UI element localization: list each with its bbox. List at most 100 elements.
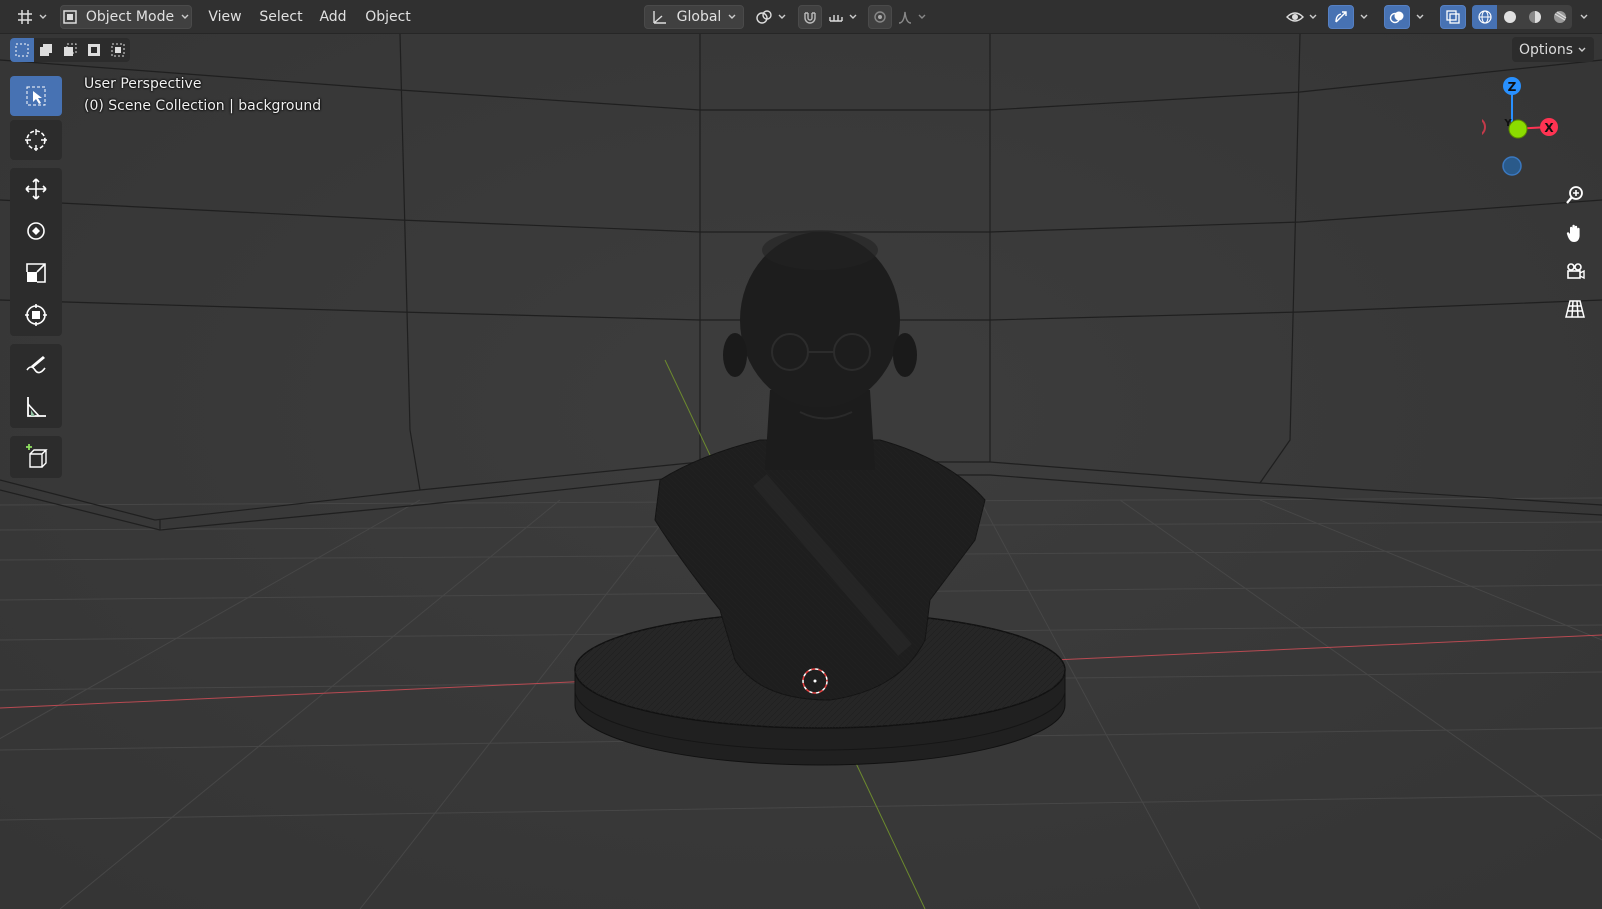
collection-label: (0) Scene Collection | background [84,98,322,114]
shading-mode-group [1472,5,1572,29]
proportional-editing-toggle[interactable] [868,5,892,29]
options-label: Options [1518,41,1574,58]
proportional-editing-icon [874,11,886,23]
tool-rotate[interactable] [10,210,62,252]
tool-annotate[interactable] [10,344,62,386]
shading-solid-button[interactable] [1497,5,1522,29]
tool-move[interactable] [10,168,62,210]
add-cube-icon [26,444,48,468]
snap-target-dropdown[interactable] [824,5,862,29]
menu-add[interactable]: Add [316,5,350,29]
shading-dropdown[interactable] [1576,5,1592,29]
x-axis-handle[interactable]: X [1540,118,1558,136]
wireframe-sphere-icon [1477,10,1492,24]
tool-transform[interactable] [10,294,62,336]
orientation-label: Global [676,9,722,25]
mode-label: Object Mode [85,9,175,25]
svg-text:X: X [1544,121,1554,135]
select-subtract-button[interactable] [58,38,82,62]
select-intersect-icon [111,43,125,57]
overlay-toggle[interactable] [1384,5,1410,29]
select-intersect-button[interactable] [106,38,130,62]
hand-icon [1566,224,1580,242]
chevron-down-icon [181,14,189,19]
gizmo-toggle[interactable] [1328,5,1354,29]
neg-x-axis-handle[interactable] [1482,118,1486,136]
select-invert-icon [88,44,100,56]
3d-viewport[interactable] [0,0,1602,909]
chevron-down-icon [1580,14,1588,19]
pivot-icon [756,10,772,24]
select-new-button[interactable] [10,38,34,62]
gizmo-dropdown[interactable] [1356,5,1372,29]
shading-rendered-button[interactable] [1547,5,1572,29]
select-box-icon [26,86,46,106]
menu-view[interactable]: View [204,5,246,29]
selection-mode-group [10,38,130,62]
annotate-icon [26,356,46,374]
orientation-dropdown[interactable]: Global [644,5,744,29]
transform-icon [25,304,47,326]
cursor-icon [25,129,47,151]
falloff-dropdown[interactable] [894,5,930,29]
select-extend-icon [40,44,52,56]
select-new-icon [15,43,29,57]
pivot-point-dropdown[interactable] [752,5,790,29]
svg-text:Y: Y [1503,118,1512,129]
shading-material-button[interactable] [1522,5,1547,29]
zoom-button[interactable] [1558,178,1592,212]
solid-sphere-icon [1503,11,1516,23]
tool-cursor[interactable] [10,120,62,160]
perspective-grid-icon [1565,300,1585,318]
chevron-down-icon [849,14,857,19]
chevron-down-icon [1309,14,1317,19]
measure-icon [27,397,46,417]
grid-editor-icon [18,10,32,24]
editor-type-button[interactable] [14,5,50,29]
zoom-icon [1566,186,1583,204]
chevron-down-icon [1578,47,1586,52]
camera-icon [1567,263,1585,280]
select-subtract-icon [64,43,77,56]
z-axis-handle[interactable]: Z [1503,77,1521,95]
y-axis-handle[interactable]: Y [1503,118,1528,139]
snap-increment-icon [829,15,843,22]
overlay-icon [1389,11,1404,24]
tool-add-cube[interactable] [10,436,62,478]
svg-text:Z: Z [1508,80,1517,94]
neg-z-axis-handle[interactable] [1502,156,1522,176]
options-dropdown[interactable]: Options [1512,37,1594,62]
navigation-gizmo[interactable]: Z X Y [1482,74,1592,184]
falloff-curve-icon [898,11,912,24]
material-sphere-icon [1528,11,1541,23]
scale-icon [26,263,46,283]
chevron-down-icon [778,14,786,19]
menu-select[interactable]: Select [256,5,306,29]
tool-select-box[interactable] [10,76,62,116]
rotate-icon [27,222,45,240]
tool-scale[interactable] [10,252,62,294]
chevron-down-icon [39,14,47,19]
visibility-dropdown[interactable] [1282,5,1322,29]
view-name-label: User Perspective [84,76,202,92]
select-extend-button[interactable] [34,38,58,62]
eye-icon [1286,12,1304,22]
tool-measure[interactable] [10,386,62,428]
xray-toggle[interactable] [1440,5,1466,29]
mode-dropdown[interactable]: Object Mode [60,5,192,29]
overlay-dropdown[interactable] [1412,5,1428,29]
snap-toggle[interactable] [798,5,822,29]
viewport-header: Object Mode View Select Add Object Globa… [0,0,1602,34]
perspective-toggle-button[interactable] [1558,292,1592,326]
select-invert-button[interactable] [82,38,106,62]
pan-button[interactable] [1558,216,1592,250]
object-mode-icon [63,10,77,24]
xray-icon [1446,10,1460,24]
chevron-down-icon [1416,14,1424,19]
shading-wireframe-button[interactable] [1472,5,1497,29]
axes-icon [652,11,666,24]
menu-object[interactable]: Object [360,5,416,29]
chevron-down-icon [1360,14,1368,19]
camera-view-button[interactable] [1558,254,1592,288]
gizmo-icon [1335,11,1347,23]
